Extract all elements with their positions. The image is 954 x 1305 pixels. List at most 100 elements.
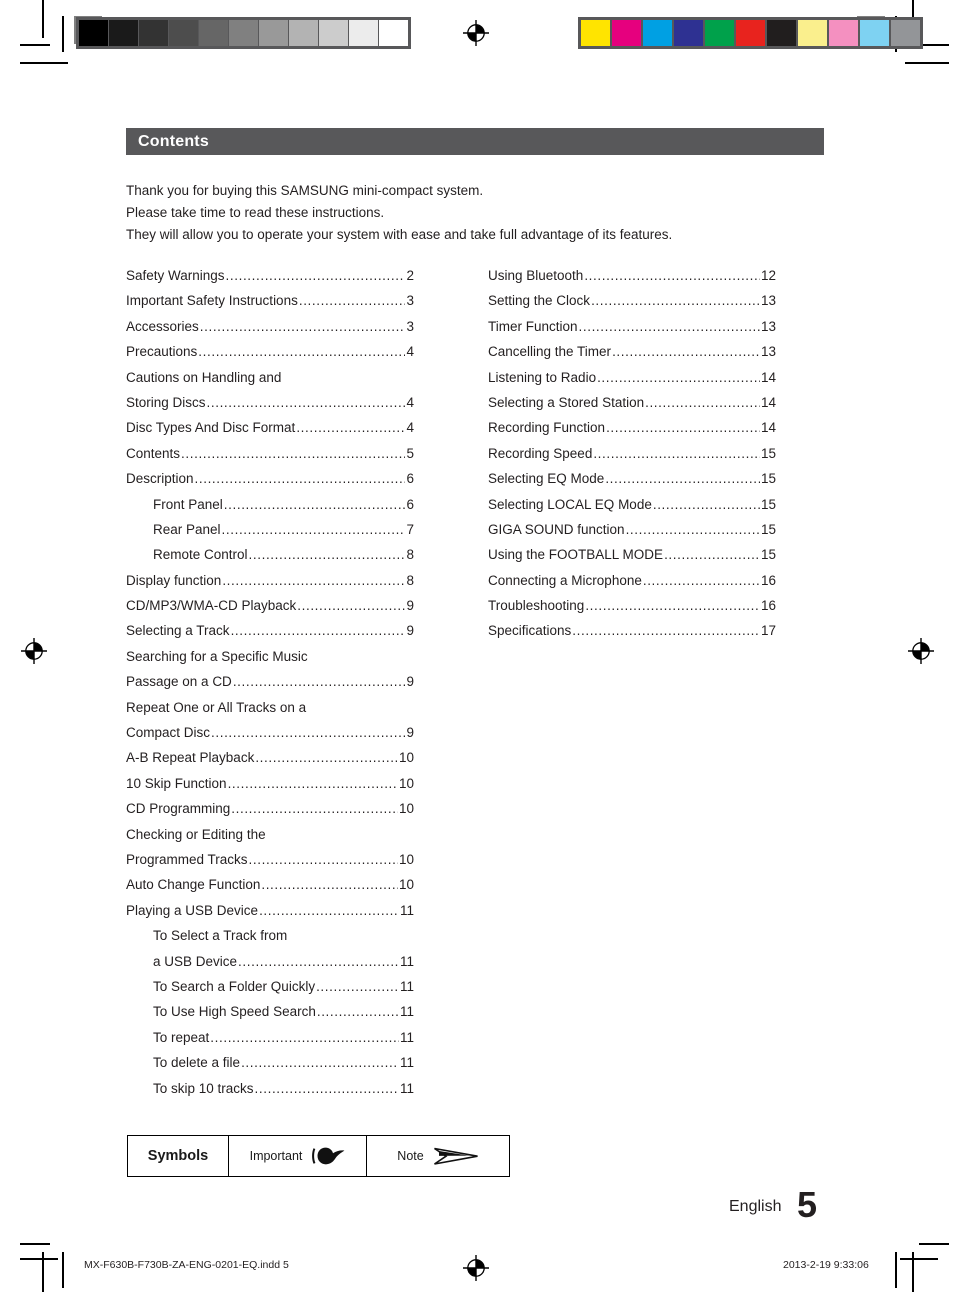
toc-entry[interactable]: Specifications..........................…	[488, 623, 776, 648]
toc-entry[interactable]: Setting the Clock.......................…	[488, 293, 776, 318]
symbols-legend-important-cell: Important	[229, 1136, 367, 1176]
toc-entry[interactable]: CD/MP3/WMA-CD Playback..................…	[126, 598, 414, 623]
toc-entry-label: Storing Discs	[126, 394, 206, 410]
toc-entry-label: Checking or Editing the	[126, 826, 266, 842]
pointing-hand-icon	[312, 1147, 345, 1165]
note-label: Note	[397, 1149, 424, 1163]
toc-entry[interactable]: a USB Device............................…	[126, 954, 414, 979]
toc-entry[interactable]: Checking or Editing the.................…	[126, 827, 414, 852]
toc-entry-label: To delete a file	[153, 1055, 241, 1071]
toc-entry-label: Selecting a Stored Station	[488, 394, 645, 410]
toc-entry[interactable]: Selecting LOCAL EQ Mode.................…	[488, 497, 776, 522]
toc-entry[interactable]: Recording Function......................…	[488, 420, 776, 445]
toc-entry[interactable]: Selecting EQ Mode.......................…	[488, 471, 776, 496]
toc-entry[interactable]: To skip 10 tracks.......................…	[126, 1081, 414, 1106]
toc-entry-label: 10 Skip Function	[126, 775, 227, 791]
toc-entry[interactable]: Selecting a Stored Station..............…	[488, 395, 776, 420]
toc-entry[interactable]: Description.............................…	[126, 471, 414, 496]
toc-entry-page-number: 8	[406, 572, 414, 588]
toc-entry-page-number: 9	[406, 623, 414, 639]
toc-entry[interactable]: Recording Speed.........................…	[488, 446, 776, 471]
toc-entry[interactable]: CD Programming..........................…	[126, 801, 414, 826]
toc-entry[interactable]: Passage on a CD.........................…	[126, 674, 414, 699]
toc-entry-label: Playing a USB Device	[126, 902, 259, 918]
toc-entry[interactable]: Storing Discs...........................…	[126, 395, 414, 420]
toc-entry[interactable]: Auto Change Function....................…	[126, 877, 414, 902]
toc-entry-label: A-B Repeat Playback	[126, 750, 255, 766]
toc-entry-page-number: 15	[760, 521, 776, 537]
toc-entry[interactable]: To repeat...............................…	[126, 1030, 414, 1055]
toc-entry[interactable]: To delete a file........................…	[126, 1055, 414, 1080]
toc-entry-page-number: 11	[399, 1004, 414, 1020]
toc-leader-dots: ........................................…	[645, 394, 760, 410]
toc-entry-label: Description	[126, 471, 194, 487]
toc-leader-dots: ........................................…	[225, 268, 406, 283]
toc-entry[interactable]: Using Bluetooth.........................…	[488, 268, 776, 293]
toc-entry[interactable]: Listening to Radio......................…	[488, 370, 776, 395]
toc-entry[interactable]: Using the FOOTBALL MODE.................…	[488, 547, 776, 572]
toc-entry-label: CD Programming	[126, 801, 231, 817]
toc-leader-dots: ........................................…	[222, 572, 406, 588]
toc-leader-dots: ........................................…	[210, 1029, 399, 1045]
toc-entry[interactable]: Front Panel.............................…	[126, 497, 414, 522]
toc-entry[interactable]: GIGA SOUND function.....................…	[488, 522, 776, 547]
toc-entry[interactable]: Safety Warnings.........................…	[126, 268, 414, 293]
toc-entry[interactable]: Rear Panel..............................…	[126, 522, 414, 547]
toc-entry-label: Compact Disc	[126, 725, 211, 741]
toc-entry[interactable]: Cancelling the Timer....................…	[488, 344, 776, 369]
toc-entry-page-number: 15	[760, 471, 776, 487]
toc-entry-page-number: 13	[760, 293, 776, 309]
toc-entry[interactable]: Selecting a Track.......................…	[126, 623, 414, 648]
toc-entry[interactable]: Timer Function..........................…	[488, 319, 776, 344]
toc-entry[interactable]: A-B Repeat Playback.....................…	[126, 750, 414, 775]
toc-entry[interactable]: To Select a Track from..................…	[126, 928, 414, 953]
toc-leader-dots: ........................................…	[241, 1055, 399, 1071]
toc-leader-dots: ........................................…	[231, 801, 398, 817]
toc-entry-page-number: 14	[760, 394, 776, 410]
toc-entry[interactable]: Remote Control..........................…	[126, 547, 414, 572]
toc-entry[interactable]: Accessories.............................…	[126, 319, 414, 344]
toc-entry-label: GIGA SOUND function	[488, 521, 625, 537]
toc-leader-dots: ........................................…	[578, 318, 760, 334]
toc-entry[interactable]: Compact Disc............................…	[126, 725, 414, 750]
toc-entry-label: CD/MP3/WMA-CD Playback	[126, 598, 297, 614]
imprint-file-name: MX-F630B-F730B-ZA-ENG-0201-EQ.indd 5	[84, 1259, 289, 1271]
toc-entry[interactable]: Disc Types And Disc Format..............…	[126, 420, 414, 445]
toc-entry[interactable]: Cautions on Handling and................…	[126, 370, 414, 395]
toc-entry-page-number: 14	[760, 420, 776, 436]
toc-entry-page-number: 15	[760, 547, 776, 563]
toc-entry-page-number: 6	[406, 496, 414, 512]
toc-leader-dots: ........................................…	[206, 394, 406, 410]
important-label: Important	[249, 1149, 303, 1163]
toc-leader-dots: ........................................…	[198, 344, 405, 360]
toc-entry-label: To repeat	[153, 1029, 210, 1045]
toc-column-right: Using Bluetooth.........................…	[488, 268, 776, 649]
toc-entry-page-number: 11	[399, 902, 414, 918]
toc-entry[interactable]: Important Safety Instructions...........…	[126, 293, 414, 318]
symbols-legend-note-cell: Note	[367, 1136, 509, 1176]
toc-leader-dots: ........................................…	[606, 420, 760, 436]
toc-entry-page-number: 10	[398, 851, 414, 867]
toc-entry-page-number: 8	[406, 547, 414, 563]
toc-entry[interactable]: Display function........................…	[126, 573, 414, 598]
toc-entry[interactable]: Precautions.............................…	[126, 344, 414, 369]
toc-entry[interactable]: To Use High Speed Search................…	[126, 1004, 414, 1029]
toc-entry[interactable]: Troubleshooting.........................…	[488, 598, 776, 623]
toc-entry[interactable]: 10 Skip Function........................…	[126, 776, 414, 801]
toc-entry-page-number: 4	[406, 420, 414, 436]
toc-entry[interactable]: To Search a Folder Quickly..............…	[126, 979, 414, 1004]
toc-entry[interactable]: Playing a USB Device....................…	[126, 903, 414, 928]
toc-entry[interactable]: Repeat One or All Tracks on a...........…	[126, 700, 414, 725]
toc-leader-dots: ........................................…	[230, 623, 406, 639]
toc-entry-label: Using Bluetooth	[488, 268, 584, 283]
toc-entry-label: Passage on a CD	[126, 674, 232, 690]
toc-entry[interactable]: Connecting a Microphone.................…	[488, 573, 776, 598]
toc-entry[interactable]: Contents................................…	[126, 446, 414, 471]
toc-leader-dots: ........................................…	[248, 547, 406, 563]
toc-entry-page-number: 4	[406, 394, 414, 410]
toc-entry-label: Timer Function	[488, 318, 578, 334]
toc-leader-dots: ........................................…	[221, 521, 406, 537]
toc-entry[interactable]: Programmed Tracks.......................…	[126, 852, 414, 877]
toc-entry-label: Cancelling the Timer	[488, 344, 612, 360]
toc-entry[interactable]: Searching for a Specific Music..........…	[126, 649, 414, 674]
